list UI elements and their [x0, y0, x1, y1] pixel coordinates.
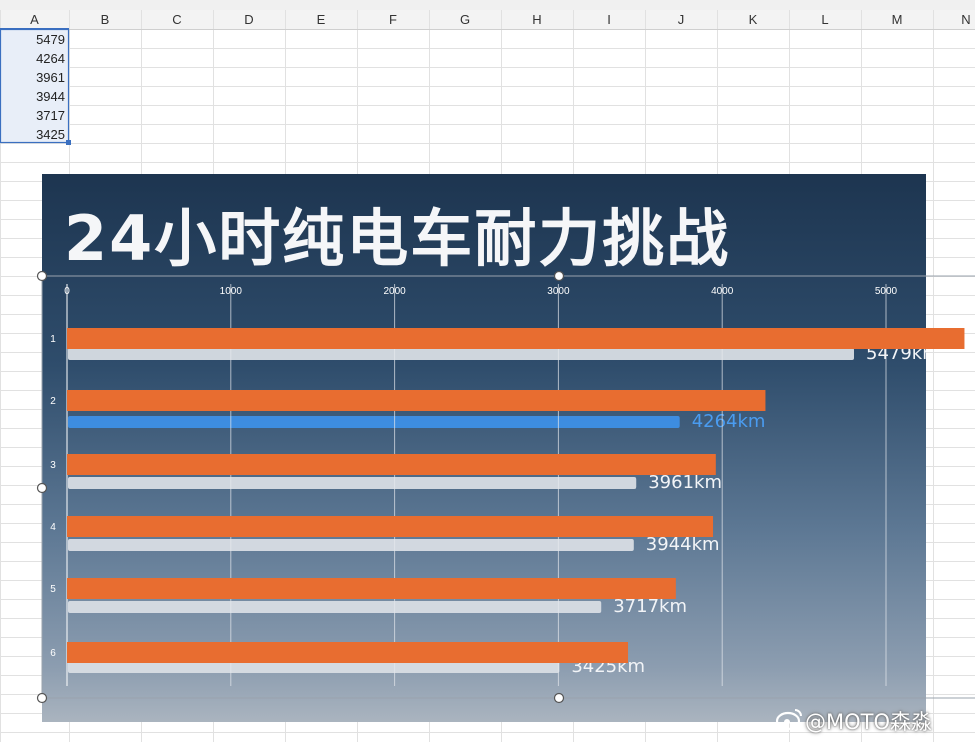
- resize-handle[interactable]: [36, 692, 48, 704]
- bar[interactable]: [67, 516, 714, 537]
- category-label: 1: [50, 334, 56, 345]
- category-label: 2: [50, 396, 56, 407]
- watermark: @MOTO森淼: [805, 710, 933, 734]
- category-label: 3: [50, 460, 56, 471]
- bar[interactable]: [67, 642, 629, 663]
- category-label: 6: [50, 648, 56, 659]
- resize-handle[interactable]: [36, 482, 48, 494]
- category-label: 5: [50, 584, 56, 595]
- x-tick-label: 2000: [383, 286, 406, 297]
- resize-handle[interactable]: [553, 692, 565, 704]
- weibo-logo-icon: [775, 709, 802, 731]
- x-tick-label: 3000: [547, 286, 570, 297]
- category-label: 4: [50, 522, 56, 533]
- x-tick-label: 1000: [220, 286, 243, 297]
- resize-handle[interactable]: [36, 270, 48, 282]
- bar[interactable]: [67, 454, 716, 475]
- bar[interactable]: [67, 390, 766, 411]
- x-tick-label: 4000: [711, 286, 734, 297]
- x-tick-label: 5000: [875, 286, 898, 297]
- bar-chart[interactable]: 0 1000 2000 3000 4000 5000 1 2 3 4 5 6: [0, 0, 975, 742]
- bar[interactable]: [67, 328, 965, 349]
- x-tick-label: 0: [64, 286, 70, 297]
- resize-handle[interactable]: [553, 270, 565, 282]
- bar[interactable]: [67, 578, 676, 599]
